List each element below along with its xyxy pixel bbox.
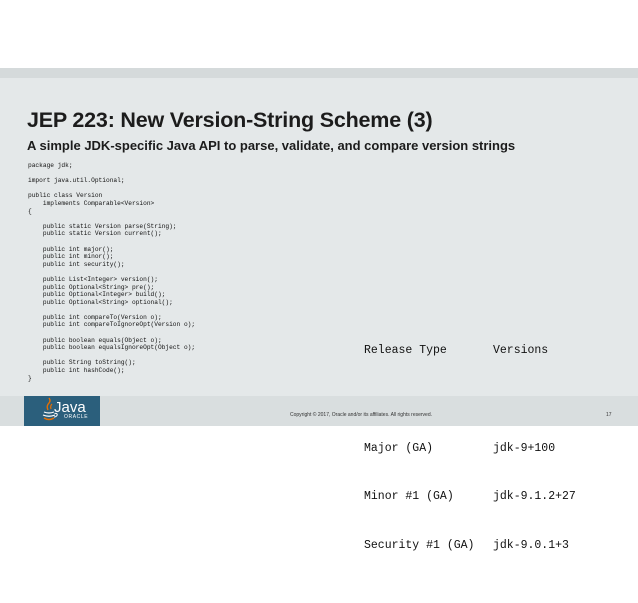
header-versions: Versions — [493, 344, 549, 358]
release-type-cell: Minor #1 (GA) — [364, 490, 454, 504]
code-line: public Optional<String> pre(); — [28, 283, 155, 291]
version-cell: jdk-9+100 — [493, 441, 556, 455]
code-line: public static Version current(); — [28, 230, 162, 238]
code-line: public boolean equalsIgnoreOpt(Object o)… — [28, 344, 196, 352]
version-cell: jdk-9.0.1+3 — [493, 538, 569, 552]
release-type-cell: Security #1 (GA) — [364, 538, 475, 552]
code-line: public Optional<String> optional(); — [28, 298, 173, 306]
copyright-notice: Copyright © 2017, Oracle and/or its affi… — [290, 412, 432, 418]
version-cell: jdk-9.1.2+27 — [493, 490, 576, 504]
slide-subtitle: A simple JDK-specific Java API to parse,… — [27, 138, 516, 153]
table-row: Security #1 (GA) jdk-9.0.1+3 — [364, 538, 569, 554]
code-line: public int compareTo(Version o); — [28, 313, 162, 321]
table-row: Minor #1 (GA) jdk-9.1.2+27 — [364, 489, 576, 505]
release-table: Release Type Versions ---------------- -… — [364, 311, 576, 570]
code-line: public int security(); — [28, 260, 125, 268]
code-line: public int hashCode(); — [28, 367, 125, 375]
code-line: public int compareToIgnoreOpt(Version o)… — [28, 321, 196, 329]
code-line: public int major(); — [28, 245, 114, 253]
table-row: Major (GA) jdk-9+100 — [364, 441, 555, 457]
code-line: package jdk; — [28, 162, 73, 169]
code-line: public Optional<Integer> build(); — [28, 291, 166, 299]
code-line: public String toString(); — [28, 359, 136, 367]
release-table-header: Release Type Versions — [364, 343, 548, 359]
code-line: { — [28, 207, 32, 215]
code-line: public static Version parse(String); — [28, 222, 177, 230]
oracle-logo-text: ORACLE — [64, 414, 89, 420]
slide-title: JEP 223: New Version-String Scheme (3) — [27, 108, 433, 132]
slide-top-band — [0, 68, 638, 78]
code-line: implements Comparable<Version> — [28, 199, 155, 207]
code-line: import java.util.Optional; — [28, 177, 125, 185]
release-type-cell: Major (GA) — [364, 441, 434, 455]
code-line: public class Version — [28, 192, 103, 200]
code-line: } — [28, 374, 32, 382]
code-line: public List<Integer> version(); — [28, 275, 158, 283]
header-release-type: Release Type — [364, 344, 447, 358]
page-number: 17 — [606, 412, 612, 418]
code-listing: package jdk; import java.util.Optional; pu… — [28, 162, 195, 382]
code-line: public boolean equals(Object o); — [28, 336, 162, 344]
code-line: public int minor(); — [28, 253, 114, 261]
